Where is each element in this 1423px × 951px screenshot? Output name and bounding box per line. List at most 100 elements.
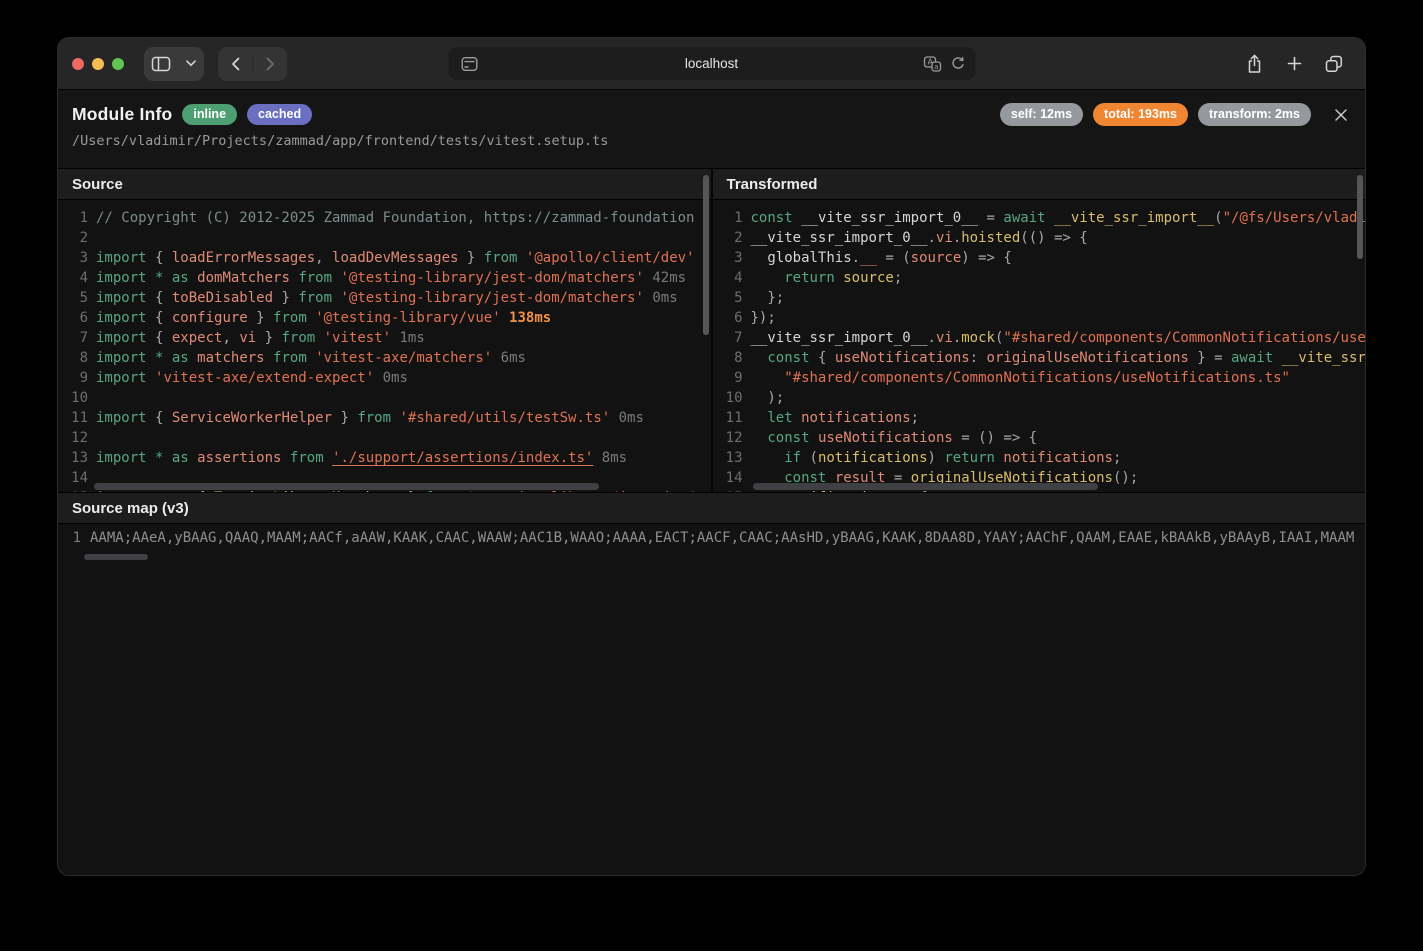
nav-button-group <box>218 47 287 81</box>
source-code-view[interactable]: 1// Copyright (C) 2012-2025 Zammad Found… <box>58 200 711 492</box>
code-line: 2__vite_ssr_import_0__.vi.hoisted(() => … <box>713 228 1366 248</box>
line-number: 11 <box>713 408 751 428</box>
source-horizontal-scrollbar[interactable] <box>94 483 599 490</box>
line-number: 3 <box>713 248 751 268</box>
new-tab-icon <box>1287 56 1302 71</box>
code-line: 8 const { useNotifications: originalUseN… <box>713 348 1366 368</box>
code-line: 4 return source; <box>713 268 1366 288</box>
page-title: Module Info <box>72 104 172 125</box>
code-line: 5import { toBeDisabled } from '@testing-… <box>58 288 711 308</box>
sourcemap-footer <box>58 552 1365 875</box>
line-number: 6 <box>58 308 96 328</box>
line-number: 12 <box>58 428 96 448</box>
line-number: 9 <box>713 368 751 388</box>
line-number: 5 <box>58 288 96 308</box>
line-number: 10 <box>713 388 751 408</box>
share-icon <box>1246 54 1263 74</box>
line-number: 4 <box>58 268 96 288</box>
traffic-zoom-button[interactable] <box>112 58 124 70</box>
traffic-close-button[interactable] <box>72 58 84 70</box>
line-number: 13 <box>713 448 751 468</box>
transformed-vertical-scrollbar[interactable] <box>1357 175 1363 259</box>
code-line: 1const __vite_ssr_import_0__ = await __v… <box>713 208 1366 228</box>
translate-icon[interactable]: A a <box>923 56 941 72</box>
sourcemap-horizontal-scrollbar[interactable] <box>84 554 148 560</box>
source-panel-title: Source <box>58 169 711 200</box>
window-controls <box>72 58 124 70</box>
svg-text:a: a <box>934 63 938 71</box>
module-info-header: Module Info inline cached self: 12ms tot… <box>58 90 1365 169</box>
close-icon <box>1333 107 1349 123</box>
sidebar-toggle-button[interactable] <box>144 47 178 81</box>
back-icon <box>231 57 240 71</box>
sourcemap-line: 1 AAMA;AAeA,yBAAG,QAAQ,MAAM;AACf,aAAW,KA… <box>58 524 1365 552</box>
source-panel: Source 1// Copyright (C) 2012-2025 Zamma… <box>58 169 711 492</box>
line-number: 7 <box>713 328 751 348</box>
line-number: 8 <box>713 348 751 368</box>
line-number: 5 <box>713 288 751 308</box>
code-line: 5 }; <box>713 288 1366 308</box>
total-time-badge: total: 193ms <box>1093 103 1188 126</box>
code-line: 13 if (notifications) return notificatio… <box>713 448 1366 468</box>
transformed-panel-title: Transformed <box>713 169 1366 200</box>
code-line: 2 <box>58 228 711 248</box>
line-number: 4 <box>713 268 751 288</box>
transformed-horizontal-scrollbar[interactable] <box>753 483 1098 490</box>
module-file-path: /Users/vladimir/Projects/zammad/app/fron… <box>72 133 1351 149</box>
line-number: 14 <box>58 468 96 488</box>
transform-time-badge: transform: 2ms <box>1198 103 1311 126</box>
transformed-code-view[interactable]: 1const __vite_ssr_import_0__ = await __v… <box>713 200 1366 492</box>
line-number: 7 <box>58 328 96 348</box>
line-number: 14 <box>713 468 751 488</box>
page-icon[interactable] <box>460 56 478 72</box>
line-number: 2 <box>713 228 751 248</box>
line-number: 6 <box>713 308 751 328</box>
chevron-down-icon <box>186 60 196 67</box>
new-tab-button[interactable] <box>1277 47 1311 81</box>
browser-toolbar: localhost A a <box>58 38 1365 90</box>
close-button[interactable] <box>1331 105 1351 125</box>
line-number: 1 <box>58 208 96 228</box>
code-line: 12 <box>58 428 711 448</box>
code-line: 1// Copyright (C) 2012-2025 Zammad Found… <box>58 208 711 228</box>
toolbar-right-actions <box>1237 47 1351 81</box>
code-line: 10 ); <box>713 388 1366 408</box>
code-line: 9 "#shared/components/CommonNotification… <box>713 368 1366 388</box>
sourcemap-mappings: AAMA;AAeA,yBAAG,QAAQ,MAAM;AACf,aAAW,KAAK… <box>90 530 1354 546</box>
code-line: 11 let notifications; <box>713 408 1366 428</box>
code-line: 7import { expect, vi } from 'vitest' 1ms <box>58 328 711 348</box>
line-number: 9 <box>58 368 96 388</box>
line-number: 15 <box>58 488 96 492</box>
sidebar-icon <box>151 55 171 73</box>
url-text: localhost <box>685 56 738 71</box>
source-vertical-scrollbar[interactable] <box>703 175 709 335</box>
share-button[interactable] <box>1237 47 1271 81</box>
code-line: 7__vite_ssr_import_0__.vi.mock("#shared/… <box>713 328 1366 348</box>
sourcemap-title: Source map (v3) <box>58 492 1365 524</box>
code-panes: Source 1// Copyright (C) 2012-2025 Zamma… <box>58 169 1365 492</box>
tab-overview-button[interactable] <box>1317 47 1351 81</box>
sidebar-menu-button[interactable] <box>178 47 204 81</box>
line-number: 8 <box>58 348 96 368</box>
code-line: 3import { loadErrorMessages, loadDevMess… <box>58 248 711 268</box>
line-number: 3 <box>58 248 96 268</box>
traffic-minimize-button[interactable] <box>92 58 104 70</box>
forward-button[interactable] <box>253 47 287 81</box>
line-number: 12 <box>713 428 751 448</box>
sourcemap-line-number: 1 <box>58 530 90 546</box>
address-bar[interactable]: localhost A a <box>448 47 975 80</box>
code-line: 10 <box>58 388 711 408</box>
code-line: 8import * as matchers from 'vitest-axe/m… <box>58 348 711 368</box>
reload-icon[interactable] <box>950 56 965 71</box>
code-line: 11import { ServiceWorkerHelper } from '#… <box>58 408 711 428</box>
code-line: 6import { configure } from '@testing-lib… <box>58 308 711 328</box>
browser-window: localhost A a <box>58 38 1365 875</box>
inline-badge: inline <box>182 104 237 125</box>
self-time-badge: self: 12ms <box>1000 103 1083 126</box>
code-line: 3 globalThis.__ = (source) => { <box>713 248 1366 268</box>
forward-icon <box>266 57 275 71</box>
code-line: 13import * as assertions from './support… <box>58 448 711 468</box>
line-number: 10 <box>58 388 96 408</box>
sidebar-button-group <box>144 47 204 81</box>
back-button[interactable] <box>218 47 252 81</box>
